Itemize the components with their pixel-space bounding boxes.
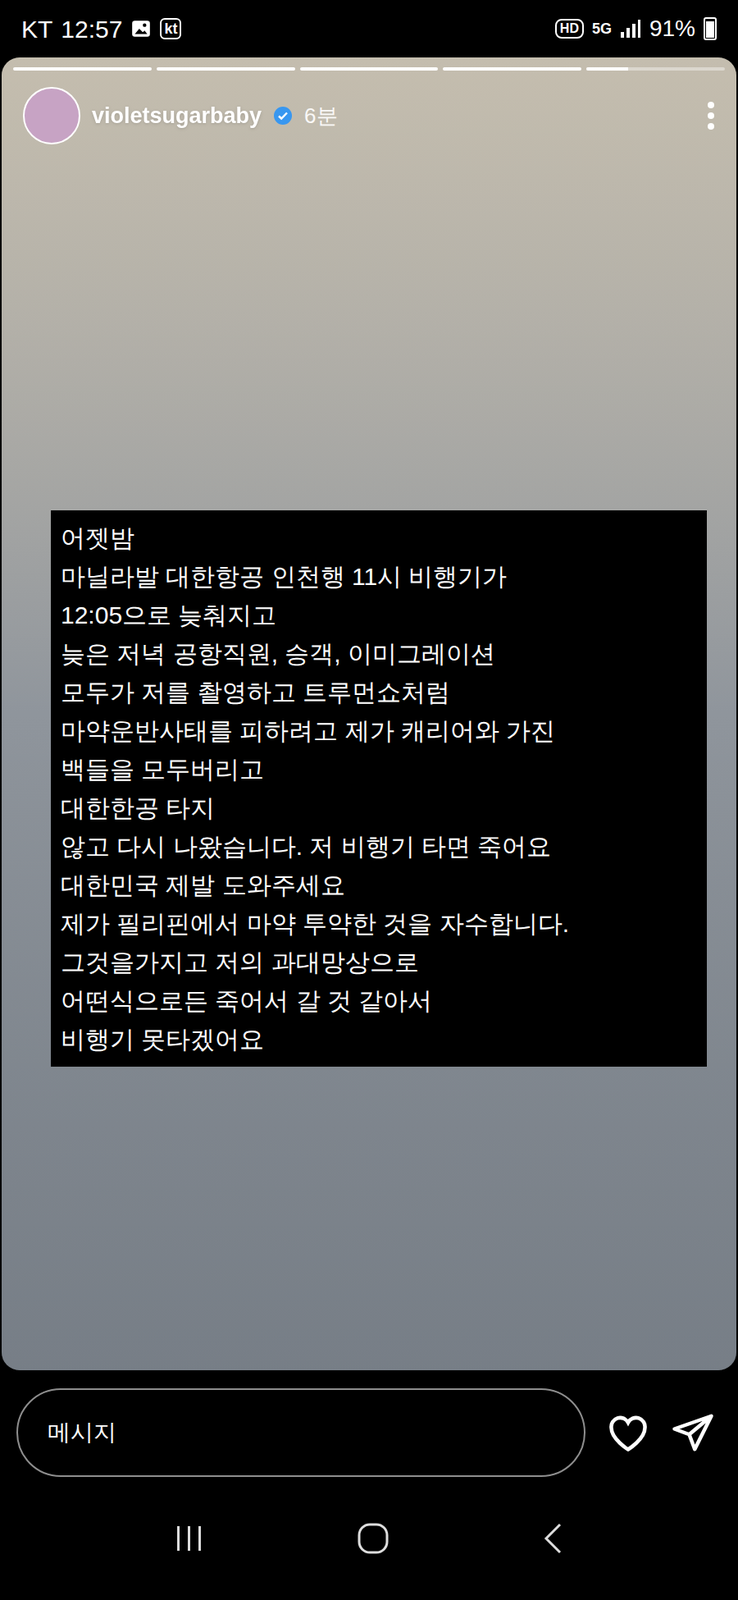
status-bar: KT12:57 kt HD 5G 91%: [0, 0, 738, 58]
phone-screen: KT12:57 kt HD 5G 91% violetsugarbaby 6분어젯밤마닐라발…: [0, 0, 738, 1599]
battery-icon: [703, 17, 717, 41]
story-frame[interactable]: violetsugarbaby 6분어젯밤마닐라발 대한항공 인천행 11시 비행…: [1, 57, 737, 1370]
heart-icon[interactable]: [605, 1411, 652, 1453]
progress-segment: [442, 67, 582, 71]
hd-badge: HD: [555, 18, 584, 39]
caption-line: 마약운반사태를 피하려고 제가 캐리어와 가진: [60, 710, 697, 750]
story-age: 6분: [304, 100, 338, 133]
progress-segment: [13, 67, 152, 71]
caption-line: 마닐라발 대한항공 인천행 11시 비행기가: [60, 556, 697, 596]
caption-line: 12:05으로 늦춰지고: [60, 595, 697, 634]
home-icon[interactable]: [356, 1521, 390, 1554]
caption-line: 어떤식으로든 죽어서 갈 것 같아서: [60, 980, 697, 1020]
send-icon[interactable]: [670, 1409, 716, 1454]
carrier-badge: kt: [159, 18, 182, 40]
more-icon[interactable]: [706, 100, 716, 131]
caption-line: 모두가 저를 촬영하고 트루먼쇼처럼: [60, 672, 697, 711]
caption-line: 대한민국 제발 도와주세요: [60, 865, 697, 904]
back-icon[interactable]: [542, 1521, 564, 1554]
story-progress: [1, 57, 737, 71]
carrier-label: KT: [21, 10, 53, 48]
nav-bar: [0, 1476, 738, 1599]
caption-line: 않고 다시 나왔습니다. 저 비행기 타면 죽어요: [60, 826, 697, 866]
caption-line: 그것을가지고 저의 과대망상으로: [60, 942, 697, 981]
avatar[interactable]: [22, 86, 81, 145]
progress-segment: [586, 67, 725, 71]
caption-line: 비행기 못타겠어요: [60, 1019, 697, 1058]
gallery-icon: [130, 18, 152, 40]
caption-line: 늦은 저녁 공항직원, 승객, 이미그레이션: [60, 633, 697, 673]
signal-icon: [619, 18, 642, 39]
caption-line: 백들을 모두버리고: [60, 749, 697, 789]
progress-segment: [300, 67, 439, 71]
battery-label: 91%: [649, 11, 696, 46]
message-placeholder: 메시지: [47, 1414, 117, 1449]
time-label: 12:57: [60, 10, 123, 48]
story-header: violetsugarbaby 6분: [1, 70, 737, 145]
recent-apps-icon[interactable]: [174, 1523, 205, 1552]
reply-bar: 메시지: [0, 1369, 738, 1476]
caption-line: 제가 필리핀에서 마약 투약한 것을 자수합니다.: [60, 903, 697, 943]
caption-line: 대한한공 타지: [60, 788, 697, 827]
username[interactable]: violetsugarbaby: [91, 99, 262, 133]
network-label: 5G: [592, 21, 612, 37]
story-caption: 어젯밤마닐라발 대한항공 인천행 11시 비행기가12:05으로 늦춰지고늦은 …: [50, 510, 707, 1066]
verified-icon: [273, 105, 293, 126]
caption-line: 어젯밤: [60, 518, 697, 557]
progress-segment: [156, 67, 296, 71]
message-input[interactable]: 메시지: [16, 1387, 586, 1476]
